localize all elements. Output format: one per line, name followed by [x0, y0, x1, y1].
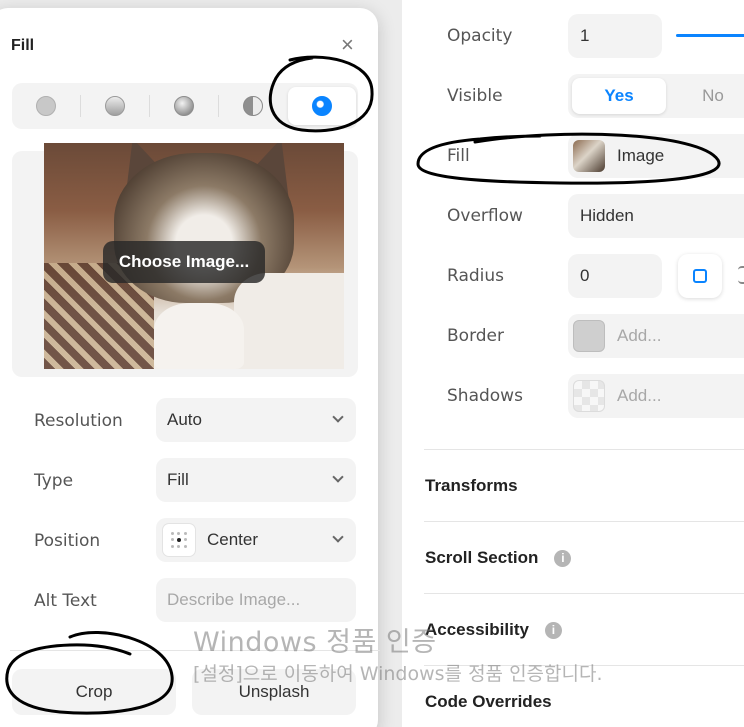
type-select[interactable]: Fill: [156, 458, 356, 502]
scroll-section-title: Scroll Section: [425, 548, 539, 567]
tab-conic-gradient[interactable]: [219, 83, 287, 129]
visible-no-button[interactable]: No: [666, 78, 744, 114]
border-add-button[interactable]: Add...: [568, 314, 744, 358]
transforms-title: Transforms: [425, 476, 518, 495]
tab-linear-gradient[interactable]: [81, 83, 149, 129]
transforms-section[interactable]: Transforms: [425, 476, 518, 496]
position-label: Position: [34, 531, 101, 551]
shadows-swatch: [573, 380, 605, 412]
radial-gradient-icon: [174, 96, 194, 116]
divider: [424, 449, 744, 450]
visible-label: Visible: [447, 86, 503, 106]
chevron-down-icon: [332, 411, 344, 423]
radius-individual-icon[interactable]: [738, 266, 744, 284]
shadows-label: Shadows: [447, 386, 523, 406]
resolution-select[interactable]: Auto: [156, 398, 356, 442]
cat-body: [234, 273, 344, 369]
radius-uniform-button[interactable]: [678, 254, 722, 298]
windows-activation-watermark: Windows 정품 인증: [193, 627, 437, 658]
radius-label: Radius: [447, 266, 505, 286]
solid-fill-icon: [36, 96, 56, 116]
popover-title: Fill: [11, 37, 35, 54]
code-overrides-section[interactable]: Code Overrides: [425, 692, 552, 712]
close-icon[interactable]: ×: [341, 34, 354, 56]
visible-yes-button[interactable]: Yes: [572, 78, 666, 114]
square-icon: [693, 269, 707, 283]
info-icon[interactable]: i: [544, 621, 562, 639]
choose-image-button[interactable]: Choose Image...: [103, 241, 265, 283]
alt-text-label: Alt Text: [34, 591, 97, 611]
type-label: Type: [34, 471, 74, 491]
cat-paw: [154, 303, 244, 369]
tab-solid[interactable]: [12, 83, 80, 129]
overflow-label: Overflow: [447, 206, 523, 226]
position-grid-icon: [163, 524, 195, 556]
crop-button[interactable]: Crop: [12, 669, 176, 715]
fill-image-thumbnail: [573, 140, 605, 172]
accessibility-title: Accessibility: [425, 620, 529, 639]
code-overrides-title: Code Overrides: [425, 692, 552, 711]
opacity-value: 1: [580, 26, 590, 45]
position-value: Center: [207, 530, 259, 549]
fill-button[interactable]: Image: [568, 134, 744, 178]
conic-gradient-icon: [243, 96, 263, 116]
chevron-down-icon: [332, 471, 344, 483]
overflow-value: Hidden: [580, 206, 634, 225]
fill-type-tabs: [12, 83, 358, 129]
fill-value: Image: [617, 146, 665, 165]
border-swatch: [573, 320, 605, 352]
divider: [424, 521, 744, 522]
tab-radial-gradient[interactable]: [150, 83, 218, 129]
visible-toggle: Yes No: [568, 74, 744, 118]
alt-text-placeholder: Describe Image...: [167, 590, 301, 609]
radius-value: 0: [580, 266, 590, 285]
accessibility-section[interactable]: Accessibility i: [425, 620, 562, 640]
alt-text-input[interactable]: Describe Image...: [156, 578, 356, 622]
fill-label: Fill: [447, 146, 470, 166]
type-value: Fill: [167, 470, 189, 489]
border-placeholder: Add...: [617, 326, 662, 345]
properties-panel: Opacity 1 Visible Yes No Fill Image Over…: [402, 0, 744, 727]
tab-image[interactable]: [288, 87, 356, 125]
opacity-input[interactable]: 1: [568, 14, 662, 58]
opacity-label: Opacity: [447, 26, 513, 46]
radius-input[interactable]: 0: [568, 254, 662, 298]
divider: [424, 593, 744, 594]
scroll-section[interactable]: Scroll Section i: [425, 548, 572, 568]
resolution-label: Resolution: [34, 411, 123, 431]
linear-gradient-icon: [105, 96, 125, 116]
position-select[interactable]: Center: [156, 518, 356, 562]
shadows-add-button[interactable]: Add...: [568, 374, 744, 418]
border-label: Border: [447, 326, 504, 346]
overflow-select[interactable]: Hidden: [568, 194, 744, 238]
shadows-placeholder: Add...: [617, 386, 662, 405]
chevron-down-icon: [332, 531, 344, 543]
resolution-value: Auto: [167, 410, 202, 429]
image-fill-icon: [312, 96, 332, 116]
info-icon[interactable]: i: [554, 549, 572, 567]
windows-activation-subtext: [설정]으로 이동하여 Windows를 정품 인증합니다.: [193, 663, 603, 685]
opacity-slider[interactable]: [676, 34, 744, 37]
